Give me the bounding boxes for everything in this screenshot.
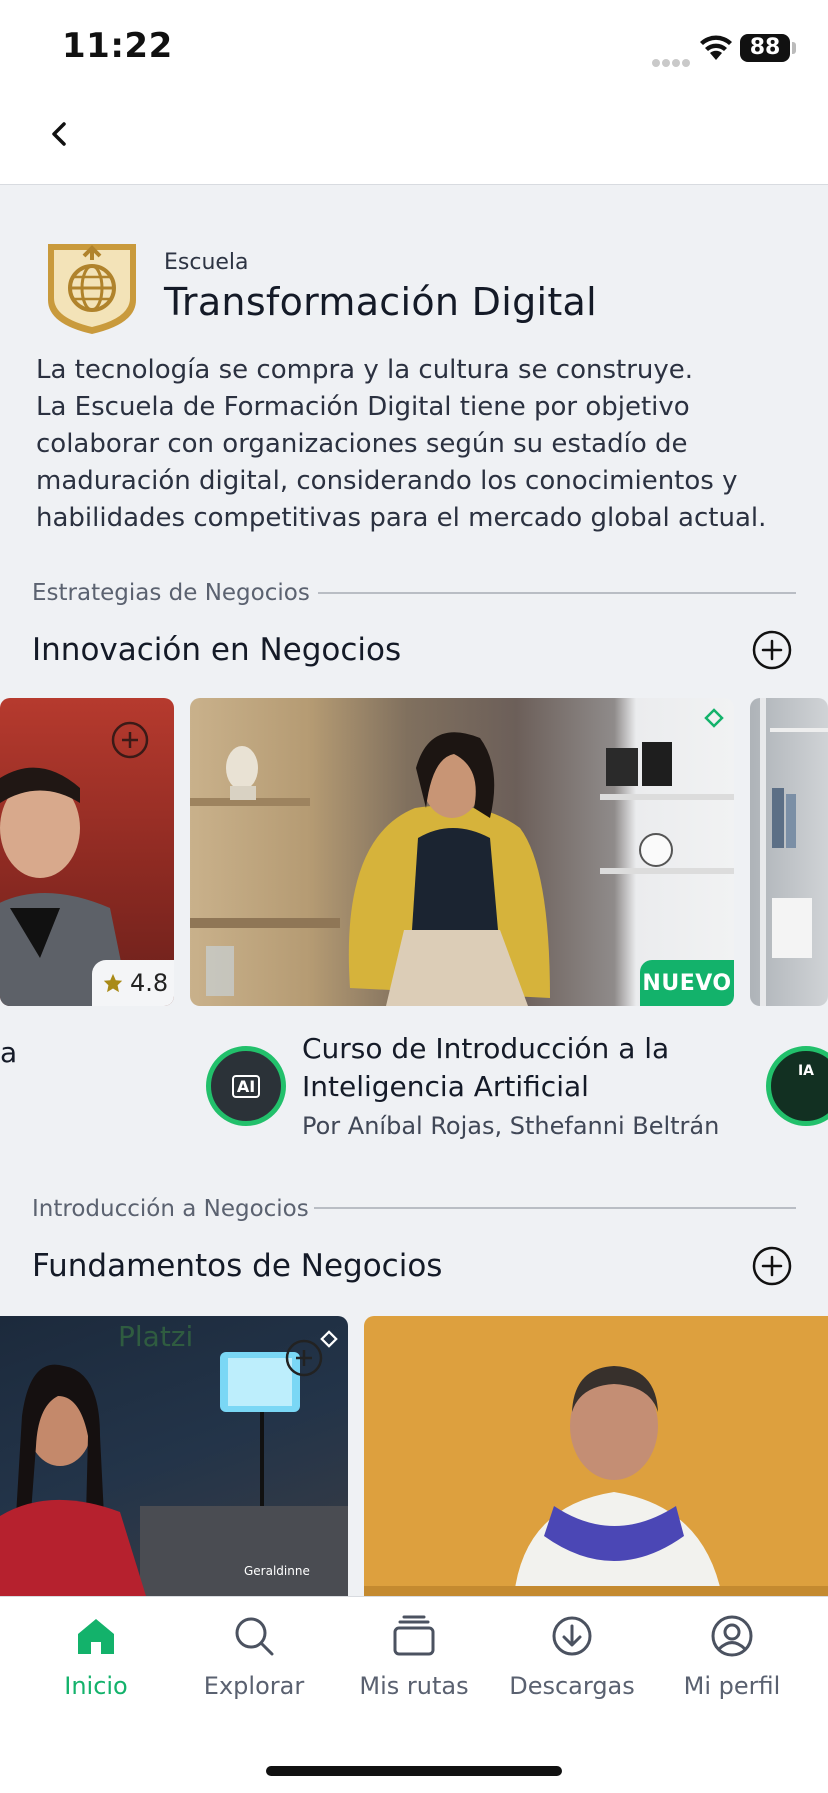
nav-label: Mi perfil [683, 1672, 781, 1700]
instructor-image [364, 1366, 828, 1596]
section-title: Innovación en Negocios [32, 632, 402, 668]
section-title: Fundamentos de Negocios [32, 1248, 443, 1284]
school-kicker: Escuela [164, 250, 249, 275]
platzi-watermark-icon [320, 1330, 338, 1348]
nav-label: Descargas [509, 1672, 635, 1700]
stack-icon [393, 1615, 435, 1656]
battery-tip [792, 42, 796, 54]
social-credit: Geraldinne [244, 1564, 310, 1578]
add-route-button[interactable] [752, 630, 792, 670]
download-icon [552, 1616, 592, 1656]
nav-inicio[interactable]: Inicio [16, 1614, 176, 1724]
section-divider [314, 1207, 796, 1209]
ai-course-icon: AI [206, 1046, 286, 1126]
course-title-partial: a [0, 1036, 18, 1069]
course-card[interactable]: Platzi Geraldinne [0, 1316, 348, 1596]
nav-explorar[interactable]: Explorar [174, 1614, 334, 1724]
status-time: 11:22 [62, 26, 173, 66]
nav-label: Inicio [64, 1672, 128, 1700]
section-divider [318, 592, 796, 594]
add-course-icon[interactable] [284, 1338, 324, 1378]
star-icon [103, 973, 123, 993]
search-icon [235, 1617, 274, 1656]
nav-mi-perfil[interactable]: Mi perfil [652, 1614, 812, 1724]
cellular-signal-icon [652, 52, 692, 67]
home-indicator [266, 1766, 562, 1776]
section-kicker: Estrategias de Negocios [32, 580, 310, 606]
add-course-icon[interactable] [110, 720, 150, 760]
rating-badge: 4.8 [92, 960, 174, 1006]
course-title[interactable]: Curso de Introducción a la Inteligencia … [302, 1030, 762, 1106]
course-image [760, 698, 828, 1006]
school-description: La tecnología se compra y la cultura se … [36, 355, 767, 533]
rating-value: 4.8 [130, 969, 169, 997]
nav-label: Explorar [203, 1672, 305, 1700]
course-card[interactable] [364, 1316, 828, 1596]
home-icon [78, 1619, 114, 1654]
course-card[interactable] [750, 698, 828, 1006]
section-kicker: Introducción a Negocios [32, 1196, 309, 1222]
ia-course-icon: IA [766, 1046, 828, 1126]
battery-indicator: 88 [740, 34, 790, 62]
platzi-watermark-icon [704, 708, 724, 728]
school-title: Transformación Digital [164, 280, 598, 324]
course-instructors: Por Aníbal Rojas, Sthefanni Beltrán [302, 1112, 720, 1140]
school-logo-icon [48, 244, 136, 334]
profile-icon [711, 1615, 753, 1657]
add-route-button[interactable] [752, 1246, 792, 1286]
wifi-icon [700, 35, 732, 60]
nav-mis-rutas[interactable]: Mis rutas [334, 1614, 494, 1724]
nav-label: Mis rutas [359, 1672, 469, 1700]
new-badge: NUEVO [640, 960, 734, 1006]
course-card[interactable]: 4.8 [0, 698, 174, 1006]
back-chevron-icon[interactable] [44, 118, 76, 150]
platzi-watermark: Platzi [118, 1320, 194, 1353]
course-card[interactable]: NUEVO [190, 698, 734, 1006]
nav-descargas[interactable]: Descargas [492, 1614, 652, 1724]
